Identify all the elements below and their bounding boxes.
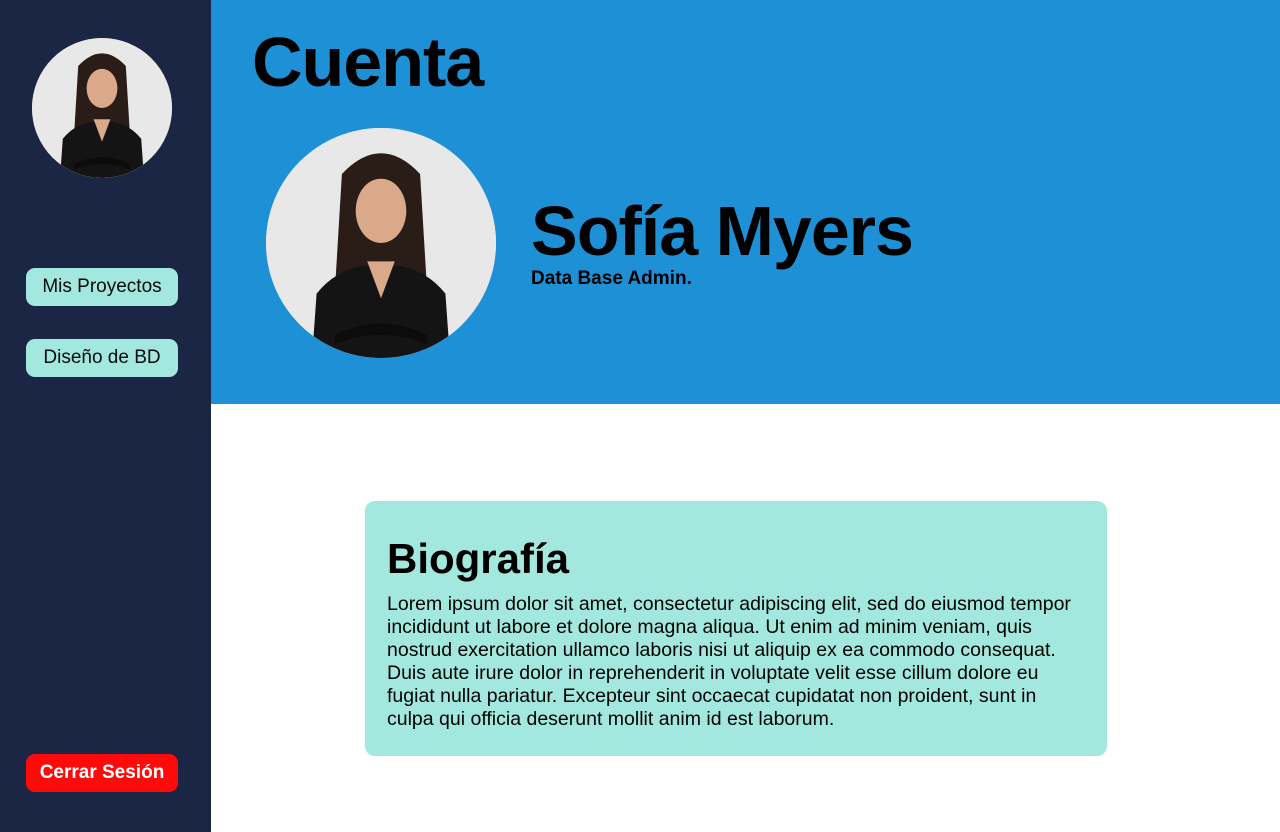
sidebar-item-diseno-de-bd[interactable]: Diseño de BD	[26, 339, 178, 377]
biography-card: Biografía Lorem ipsum dolor sit amet, co…	[365, 501, 1107, 756]
sidebar-item-mis-proyectos[interactable]: Mis Proyectos	[26, 268, 178, 306]
profile-name: Sofía Myers	[531, 192, 914, 270]
person-photo-icon	[32, 38, 172, 178]
sidebar-avatar[interactable]	[32, 38, 172, 178]
sidebar: Mis Proyectos Diseño de BD Cerrar Sesión	[0, 0, 211, 832]
profile-role: Data Base Admin.	[531, 268, 692, 289]
profile-avatar	[266, 128, 496, 358]
profile-header: Cuenta Sofía Myers Data Base Admin.	[211, 0, 1280, 404]
biography-title: Biografía	[387, 535, 570, 582]
logout-button[interactable]: Cerrar Sesión	[26, 754, 178, 792]
page-title: Cuenta	[252, 23, 484, 101]
biography-text: Lorem ipsum dolor sit amet, consectetur …	[387, 593, 1071, 730]
person-photo-icon	[266, 128, 496, 358]
account-page: Mis Proyectos Diseño de BD Cerrar Sesión…	[0, 0, 1280, 832]
